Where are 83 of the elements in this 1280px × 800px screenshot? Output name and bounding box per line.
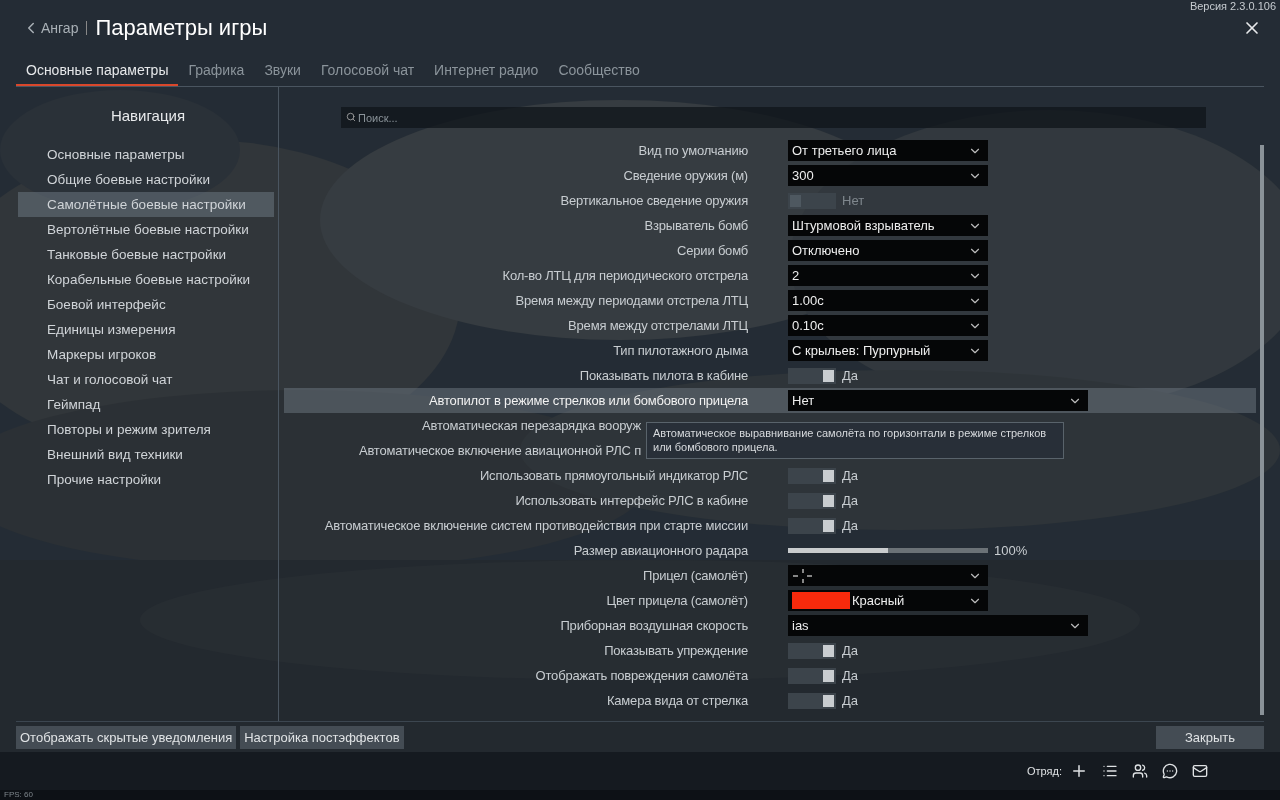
setting-label: Кол-во ЛТЦ для периодического отстрела — [501, 268, 748, 283]
dropdown[interactable]: Нет — [788, 390, 1088, 411]
setting-label: Вид по умолчанию — [637, 143, 748, 158]
setting-label: Приборная воздушная скорость — [559, 618, 748, 633]
dropdown[interactable]: С крыльев: Пурпурный — [788, 340, 988, 361]
tab[interactable]: Сообщество — [548, 55, 650, 86]
footer-button[interactable]: Настройка постэффектов — [240, 725, 404, 749]
dropdown[interactable]: 0.10с — [788, 315, 988, 336]
setting-label: Цвет прицела (самолёт) — [605, 593, 748, 608]
slider-value: 100% — [994, 543, 1028, 558]
dropdown[interactable]: Отключено — [788, 240, 988, 261]
plus-icon[interactable] — [1070, 762, 1088, 780]
back-link[interactable]: Ангар — [22, 18, 79, 37]
setting-label: Вертикальное сведение оружия — [559, 193, 748, 208]
nav-item[interactable]: Корабельные боевые настройки — [18, 267, 274, 292]
setting-label: Время между периодами отстрела ЛТЦ — [514, 293, 748, 308]
footer-button[interactable]: Отображать скрытые уведомления — [16, 725, 237, 749]
setting-label: Тип пилотажного дыма — [612, 343, 748, 358]
list-icon[interactable] — [1102, 763, 1118, 779]
nav-item[interactable]: Общие боевые настройки — [18, 167, 274, 192]
setting-label: Прицел (самолёт) — [642, 568, 748, 583]
setting-label: Автоматическая перезарядка вооруж — [421, 418, 641, 433]
setting-label: Автоматическое включение авиационной РЛС п — [357, 443, 641, 458]
setting-label: Автопилот в режиме стрелков или бомбового прицела — [428, 393, 748, 408]
dropdown[interactable]: ias — [788, 615, 1088, 636]
toggle-value: Да — [842, 643, 859, 658]
toggle-value: Да — [842, 693, 859, 708]
crosshair-icon — [792, 568, 814, 583]
search-field[interactable]: Поиск... — [341, 107, 1206, 128]
setting-label: Показывать упреждение — [603, 643, 748, 658]
setting-label: Сведение оружия (м) — [622, 168, 748, 183]
setting-label: Камера вида от стрелка — [605, 693, 748, 708]
highlighted-row[interactable]: Автопилот в режиме стрелков или бомбового прицела Нет — [284, 388, 1256, 413]
tab[interactable]: Голосовой чат — [310, 55, 425, 86]
setting-label: Использовать прямоугольный индикатор РЛС — [478, 468, 748, 483]
nav-item[interactable]: Самолётные боевые настройки — [18, 192, 274, 217]
search-icon — [346, 112, 356, 122]
nav-item[interactable]: Танковые боевые настройки — [18, 242, 274, 267]
dropdown[interactable]: Штурмовой взрыватель — [788, 215, 988, 236]
toggle-value: Да — [842, 493, 859, 508]
slider-track[interactable] — [788, 548, 988, 553]
dropdown[interactable]: От третьего лица — [788, 140, 988, 161]
close-button[interactable]: Закрыть — [1156, 725, 1264, 749]
dropdown[interactable]: 2 — [788, 265, 988, 286]
tooltip: Автоматическое выравнивание самолёта по горизонтали в режиме стрелков или бомбового прицела. — [646, 422, 1064, 459]
fps-counter: FPS: 60 — [0, 790, 1280, 800]
nav-item[interactable]: Боевой интерфейс — [18, 292, 274, 317]
tab[interactable]: Графика — [178, 55, 255, 86]
toggle-value: Да — [842, 468, 859, 483]
nav-item[interactable]: Внешний вид техники — [18, 442, 274, 467]
nav-item[interactable]: Маркеры игроков — [18, 342, 274, 367]
nav-item[interactable]: Повторы и режим зрителя — [18, 417, 274, 442]
tab[interactable]: Интернет радио — [424, 55, 549, 86]
tab[interactable]: Основные параметры — [16, 55, 179, 86]
version-label: Версия 2.3.0.106 — [1189, 0, 1276, 12]
toggle-value: Да — [842, 368, 859, 383]
setting-label: Использовать интерфейс РЛС в кабине — [514, 493, 748, 508]
setting-label: Показывать пилота в кабине — [578, 368, 748, 383]
toggle-value: Да — [842, 518, 859, 533]
tab[interactable]: Звуки — [254, 55, 311, 86]
mail-icon[interactable] — [1192, 763, 1208, 779]
nav-item[interactable]: Чат и голосовой чат — [18, 367, 274, 392]
nav-item[interactable]: Основные параметры — [18, 142, 274, 167]
setting-label: Время между отстрелами ЛТЦ — [567, 318, 748, 333]
setting-label: Автоматическое включение систем противодействия при старте миссии — [323, 518, 748, 533]
dropdown[interactable]: 1.00с — [788, 290, 988, 311]
toggle-value: Нет — [842, 193, 865, 208]
nav-item[interactable]: Вертолётные боевые настройки — [18, 217, 274, 242]
dropdown[interactable]: Красный — [788, 590, 988, 611]
nav-item[interactable]: Единицы измерения — [18, 317, 274, 342]
nav-title: Навигация — [109, 107, 187, 126]
setting-label: Серии бомб — [676, 243, 748, 258]
setting-label: Взрыватель бомб — [643, 218, 748, 233]
dropdown[interactable]: 300 — [788, 165, 988, 186]
toggle-value: Да — [842, 668, 859, 683]
setting-label: Отображать повреждения самолёта — [534, 668, 748, 683]
setting-label: Размер авиационного радара — [572, 543, 748, 558]
users-icon[interactable] — [1132, 763, 1148, 779]
squad-label: Отряд: — [1026, 765, 1062, 777]
page-title: Параметры игры — [95, 14, 268, 41]
chat-icon[interactable] — [1162, 763, 1178, 779]
nav-item[interactable]: Геймпад — [18, 392, 274, 417]
nav-item[interactable]: Прочие настройки — [18, 467, 274, 492]
